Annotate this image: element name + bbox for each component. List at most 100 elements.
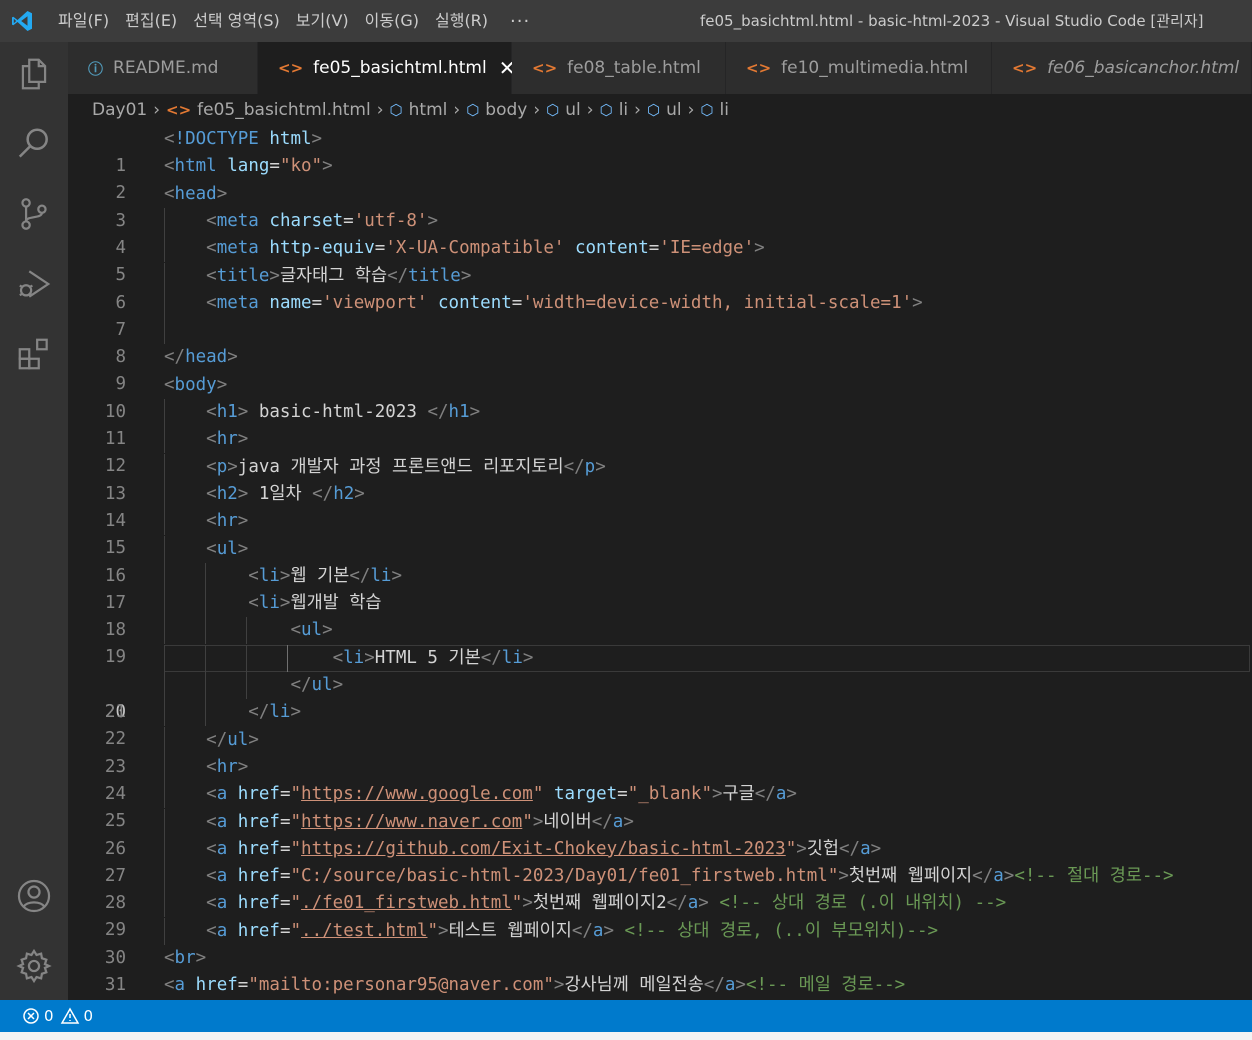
- code-line[interactable]: 12 <hr>: [68, 426, 1252, 476]
- breadcrumb-label: ul: [666, 100, 682, 120]
- tab-label: fe06_basicanchor.html: [1047, 58, 1240, 78]
- tab-fe05-basichtml[interactable]: <> fe05_basichtml.html ✕: [258, 42, 515, 94]
- code-line[interactable]: 19 <ul>: [68, 617, 1252, 667]
- tab-label: README.md: [113, 58, 219, 78]
- breadcrumb-item-ul[interactable]: ⬡ ul: [546, 100, 581, 120]
- error-count: 0: [44, 1007, 54, 1025]
- menu-view[interactable]: 보기(V): [288, 0, 357, 42]
- html-icon: <>: [278, 59, 304, 77]
- link-relative-test[interactable]: ../test.html: [301, 921, 427, 941]
- menu-bar: 파일(F) 편집(E) 선택 영역(S) 보기(V) 이동(G) 실행(R) ·…: [44, 0, 544, 42]
- code-editor[interactable]: 1 <!DOCTYPE html> 2 <html lang="ko"> 3 <…: [68, 126, 1252, 1000]
- code-line[interactable]: 2 <html lang="ko">: [68, 153, 1252, 203]
- code-line[interactable]: 18 <li>웹개발 학습: [68, 590, 1252, 640]
- code-line-current[interactable]: 20 <li>HTML 5 기본</li>: [68, 644, 1252, 722]
- editor-tab-bar: ⓘ README.md <> fe05_basichtml.html ✕ <> …: [68, 42, 1252, 94]
- vscode-logo-icon: [0, 0, 44, 42]
- code-line[interactable]: 7 <meta name='viewport' content='width=d…: [68, 289, 1252, 340]
- breadcrumb: Day01 › <> fe05_basichtml.html › ⬡ html › …: [68, 94, 1252, 126]
- breadcrumb-item-ul[interactable]: ⬡ ul: [647, 100, 682, 120]
- chevron-right-icon: ›: [376, 100, 384, 120]
- code-line[interactable]: 28 <a href="C:/source/basic-html-2023/Da…: [68, 863, 1252, 913]
- menu-more-button[interactable]: ···: [496, 11, 544, 32]
- breadcrumb-item-day01[interactable]: Day01: [92, 100, 147, 120]
- breadcrumb-label: ul: [565, 100, 581, 120]
- code-line[interactable]: 29 <a href="./fe01_firstweb.html">첫번째 웹페…: [68, 890, 1252, 940]
- warning-icon: [60, 1007, 79, 1024]
- breadcrumb-label: li: [618, 100, 629, 120]
- source-control-icon[interactable]: [0, 186, 68, 242]
- window-title: fe05_basichtml.html - basic-html-2023 - …: [700, 12, 1204, 30]
- code-line[interactable]: 9 </head>: [68, 344, 1252, 394]
- breadcrumb-item-html[interactable]: ⬡ html: [390, 100, 448, 120]
- menu-run[interactable]: 실행(R): [427, 0, 496, 42]
- code-line[interactable]: 26 <a href="https://www.naver.com">네이버</…: [68, 808, 1252, 859]
- chevron-right-icon: ›: [634, 100, 641, 120]
- menu-edit[interactable]: 편집(E): [117, 0, 185, 42]
- code-line[interactable]: 13 <p>java 개발자 과정 프론트앤드 리포지토리</p>: [68, 453, 1252, 504]
- extensions-icon[interactable]: [0, 326, 68, 382]
- menu-selection[interactable]: 선택 영역(S): [185, 0, 288, 42]
- code-line[interactable]: 32 <a href="mailto:personar95@naver.com"…: [68, 972, 1252, 999]
- settings-gear-icon[interactable]: [0, 938, 68, 994]
- tab-fe06-basicanchor[interactable]: <> fe06_basicanchor.html: [992, 42, 1252, 94]
- code-line[interactable]: 31 <br>: [68, 945, 1252, 995]
- code-line[interactable]: 10 <body>: [68, 372, 1252, 422]
- code-line[interactable]: 11 <h1> basic-html-2023 </h1>: [68, 399, 1252, 449]
- explorer-icon[interactable]: [0, 46, 68, 102]
- code-line[interactable]: 16 <ul>: [68, 535, 1252, 586]
- tab-fe08-table[interactable]: <> fe08_table.html: [512, 42, 726, 94]
- tab-readme[interactable]: ⓘ README.md: [68, 42, 258, 94]
- html-icon: <>: [746, 59, 772, 77]
- code-line[interactable]: 23 </ul>: [68, 726, 1252, 777]
- symbol-cube-icon: ⬡: [599, 101, 613, 119]
- breadcrumb-item-li[interactable]: ⬡ li: [700, 100, 729, 120]
- html-icon: <>: [1012, 59, 1038, 77]
- problems-indicator[interactable]: 0 0: [22, 1007, 93, 1025]
- tab-fe10-multimedia[interactable]: <> fe10_multimedia.html: [726, 42, 992, 94]
- breadcrumb-item-file[interactable]: <> fe05_basichtml.html: [166, 100, 371, 120]
- search-icon[interactable]: [0, 116, 68, 172]
- code-line[interactable]: 4 <meta charset='utf-8'>: [68, 207, 1252, 258]
- tab-label: fe10_multimedia.html: [781, 58, 969, 78]
- code-line[interactable]: 21 </ul>: [68, 672, 1252, 722]
- link-naver[interactable]: https://www.naver.com: [301, 812, 522, 832]
- info-icon: ⓘ: [88, 59, 104, 78]
- code-line[interactable]: 24 <hr>: [68, 753, 1252, 804]
- breadcrumb-item-body[interactable]: ⬡ body: [466, 100, 527, 120]
- breadcrumb-label: html: [408, 100, 448, 120]
- code-line[interactable]: 3 <head>: [68, 181, 1252, 231]
- code-line[interactable]: 15 <hr>: [68, 508, 1252, 558]
- account-icon[interactable]: [0, 868, 68, 924]
- menu-go[interactable]: 이동(G): [357, 0, 427, 42]
- code-line[interactable]: 1 <!DOCTYPE html>: [68, 126, 1252, 176]
- code-line[interactable]: 14 <h2> 1일차 </h2>: [68, 480, 1252, 531]
- html-icon: <>: [166, 101, 192, 119]
- code-line[interactable]: 22 </li>: [68, 699, 1252, 749]
- code-line[interactable]: 6 <title>글자태그 학습</title>: [68, 262, 1252, 313]
- activity-bar: [0, 42, 68, 1000]
- chevron-right-icon: ›: [586, 100, 594, 120]
- breadcrumb-item-li[interactable]: ⬡ li: [600, 100, 629, 120]
- link-google[interactable]: https://www.google.com: [301, 784, 533, 804]
- code-line[interactable]: 30 <a href="../test.html">테스트 웹페이지</a> <…: [68, 917, 1252, 968]
- breadcrumb-label: fe05_basichtml.html: [197, 100, 371, 120]
- code-line[interactable]: 17 <li>웹 기본</li>: [68, 562, 1252, 613]
- code-line[interactable]: 8: [68, 317, 1252, 367]
- link-github[interactable]: https://github.com/Exit-Chokey/basic-htm…: [301, 839, 786, 859]
- symbol-cube-icon: ⬡: [546, 101, 560, 119]
- html-icon: <>: [532, 59, 558, 77]
- code-line[interactable]: 25 <a href="https://www.google.com" targ…: [68, 781, 1252, 831]
- link-relative-firstweb[interactable]: ./fe01_firstweb.html: [301, 893, 512, 913]
- tab-label: fe08_table.html: [567, 58, 701, 78]
- menu-file[interactable]: 파일(F): [44, 0, 117, 42]
- code-line[interactable]: 5 <meta http-equiv='X-UA-Compatible' con…: [68, 235, 1252, 285]
- chevron-right-icon: ›: [533, 100, 541, 120]
- run-debug-icon[interactable]: [0, 256, 68, 312]
- symbol-cube-icon: ⬡: [646, 101, 661, 119]
- bottom-strip: [0, 1032, 1252, 1040]
- symbol-cube-icon: ⬡: [700, 101, 714, 119]
- tab-label: fe05_basichtml.html: [313, 58, 487, 78]
- status-bar: 0 0: [0, 1000, 1252, 1032]
- code-line[interactable]: 27 <a href="https://github.com/Exit-Chok…: [68, 835, 1252, 886]
